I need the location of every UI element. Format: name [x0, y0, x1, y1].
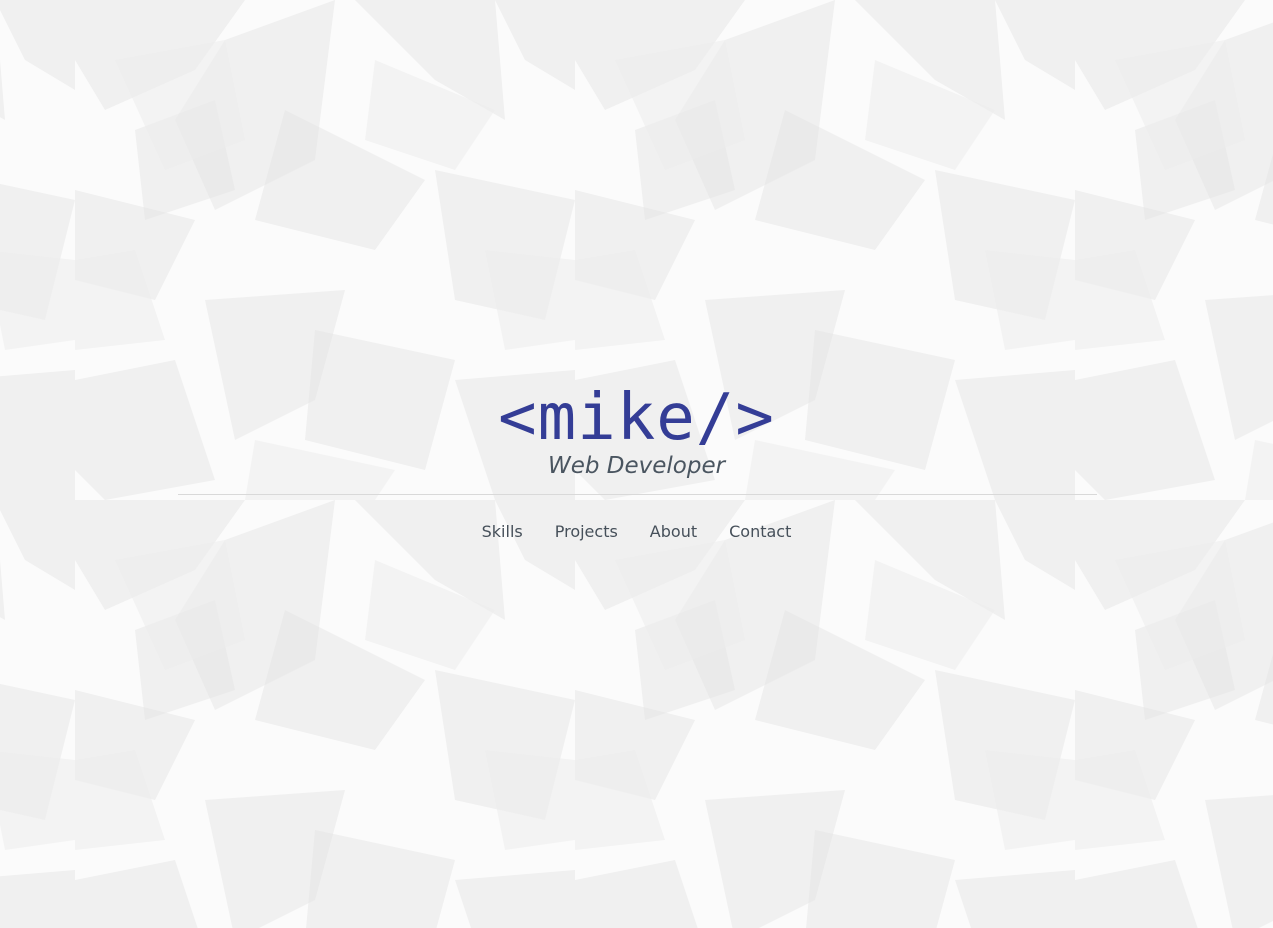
nav-link-skills[interactable]: Skills [482, 520, 523, 546]
nav-link-projects[interactable]: Projects [555, 520, 618, 546]
subtitle: Web Developer [547, 453, 726, 479]
nav-link-contact[interactable]: Contact [729, 520, 791, 546]
nav-link-about[interactable]: About [650, 520, 697, 546]
site-logo: <mike/> [498, 381, 775, 455]
main-nav: Skills Projects About Contact [0, 520, 1273, 546]
hero-section: <mike/> Web Developer Skills Projects Ab… [0, 0, 1273, 928]
divider [178, 494, 1097, 495]
